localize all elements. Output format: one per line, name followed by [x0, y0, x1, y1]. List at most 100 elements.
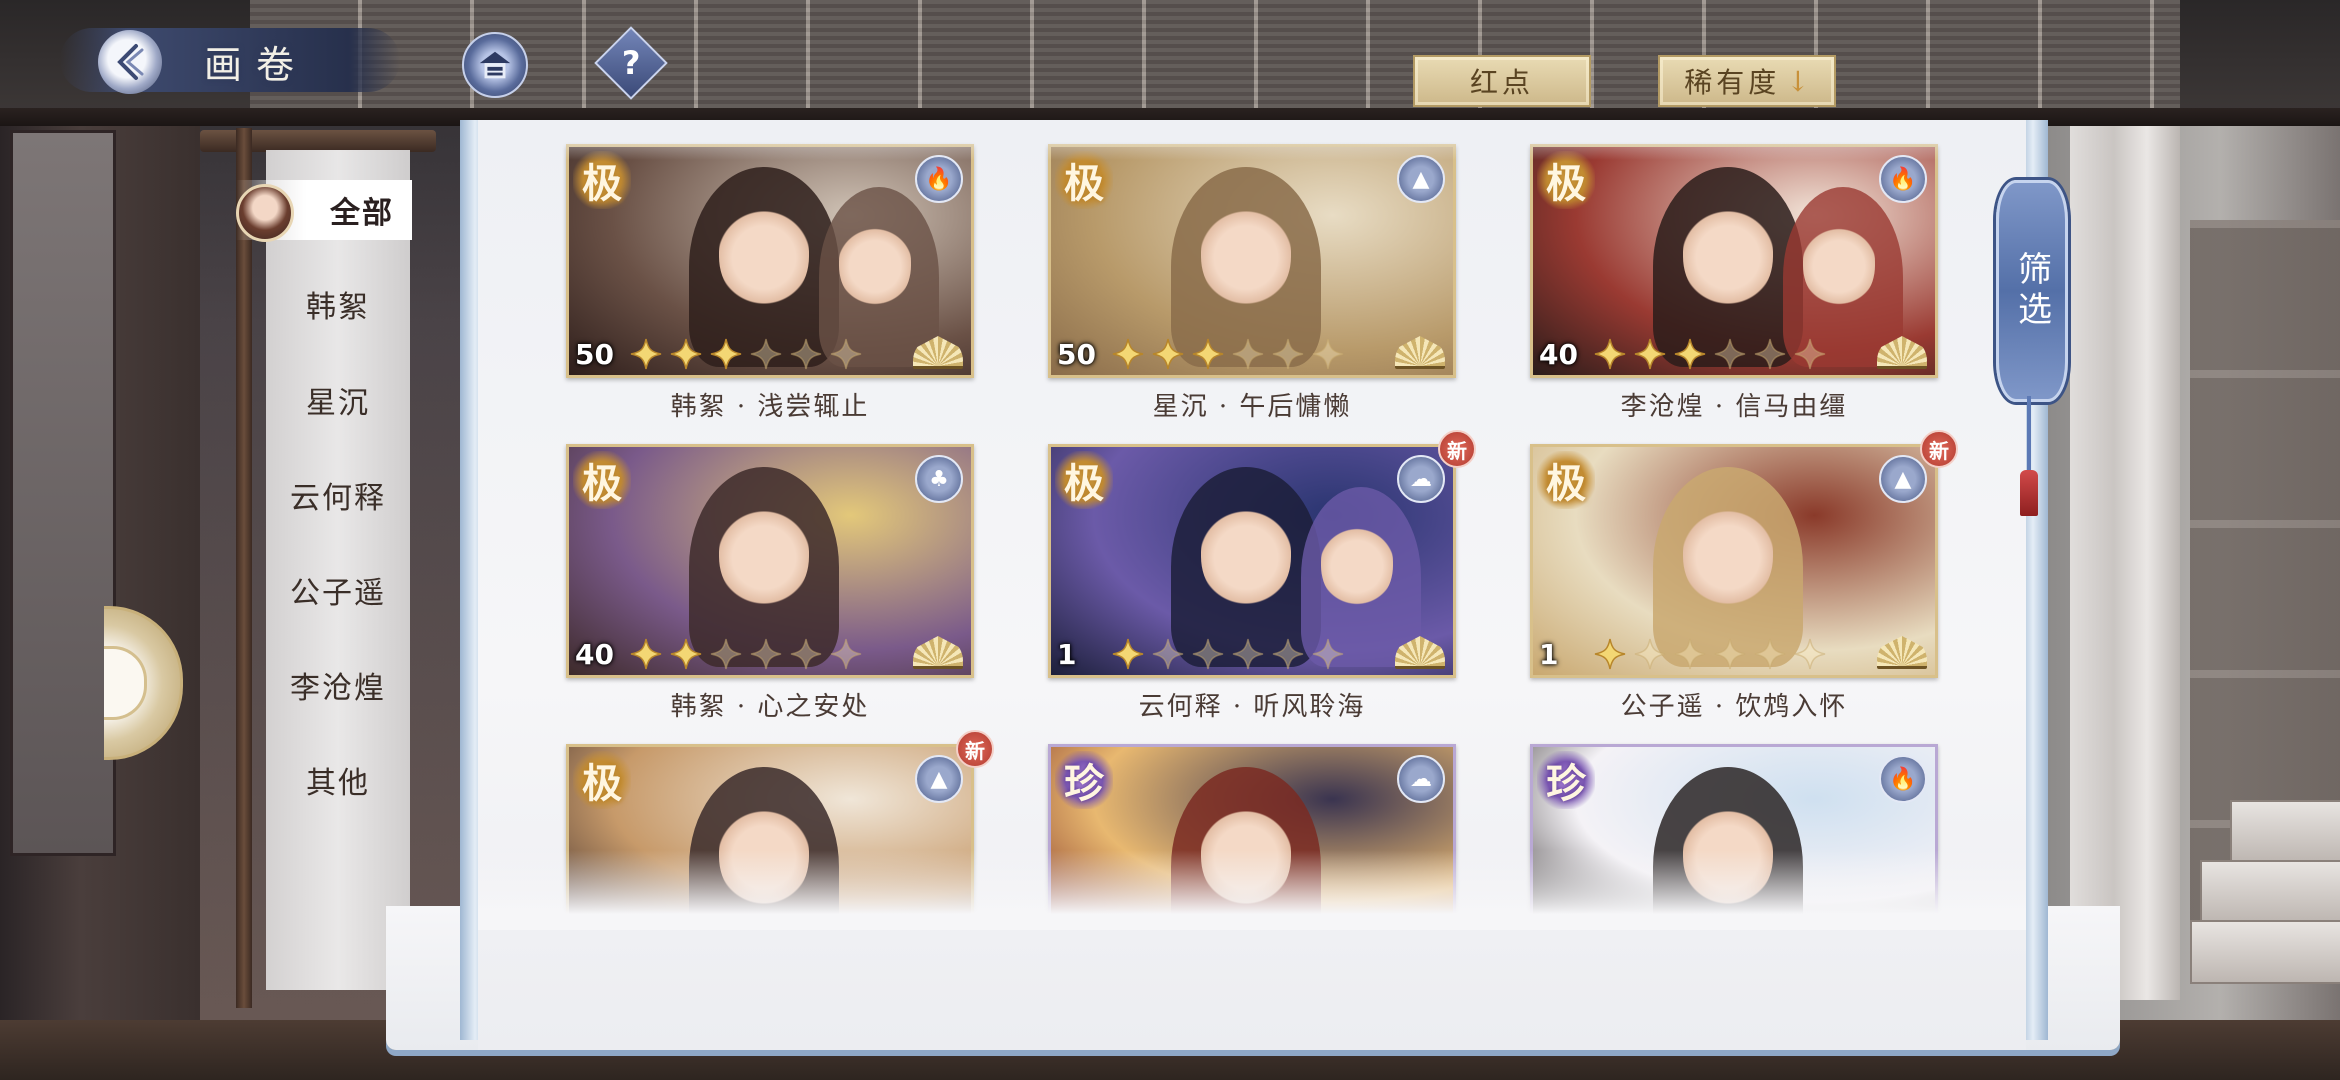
star-empty-icon — [1674, 638, 1706, 670]
star-empty-icon — [1232, 638, 1264, 670]
star-rating — [1593, 337, 1827, 371]
rarity-badge: 珍 — [1537, 751, 1595, 809]
sidebar-item-xingchen[interactable]: 星沉 — [266, 370, 410, 430]
star-filled-icon — [1594, 638, 1626, 670]
house-button[interactable] — [462, 32, 528, 98]
scroll-fade — [478, 850, 2026, 930]
back-arrow-icon — [117, 44, 144, 80]
star-rating — [629, 337, 863, 371]
gallery-card[interactable]: 极 🔥 40 — [1530, 144, 1938, 378]
flame-icon: 🔥 — [915, 155, 963, 203]
mountain-icon: ▲ — [915, 755, 963, 803]
star-rating — [1111, 637, 1345, 671]
tassel-cord — [2027, 396, 2031, 476]
new-badge: 新 — [956, 730, 994, 768]
star-filled-icon — [670, 338, 702, 370]
star-empty-icon — [1634, 638, 1666, 670]
star-filled-icon — [1152, 338, 1184, 370]
star-empty-icon — [1272, 638, 1304, 670]
back-button[interactable] — [98, 30, 162, 94]
reddot-sort-button[interactable]: 红点 — [1413, 55, 1591, 107]
rarity-badge: 珍 — [1055, 751, 1113, 809]
star-empty-icon — [1232, 338, 1264, 370]
page-title: 画卷 — [204, 43, 309, 87]
sidebar-item-label: 韩絮 — [306, 290, 370, 325]
card-title: 星沉 · 午后慵懒 — [1152, 392, 1352, 422]
card-level: 50 — [1057, 338, 1096, 371]
card-title: 公子遥 · 饮鸩入怀 — [1620, 692, 1848, 722]
window-blinds — [250, 0, 2180, 118]
sidebar-item-hanxu[interactable]: 韩絮 — [266, 274, 410, 334]
card-level: 50 — [575, 338, 614, 371]
rarity-label: 稀有度 — [1684, 66, 1781, 99]
gallery-card[interactable]: 极 ▲ 1 — [1530, 444, 1938, 678]
star-filled-icon — [1112, 638, 1144, 670]
help-button[interactable]: ? — [594, 26, 668, 100]
star-empty-icon — [1272, 338, 1304, 370]
wall-panel — [10, 130, 116, 856]
curtain — [2070, 100, 2180, 1000]
star-empty-icon — [1794, 638, 1826, 670]
star-rating — [1111, 337, 1345, 371]
gallery-card[interactable]: 极 🔥 50 — [566, 144, 974, 378]
star-empty-icon — [1714, 338, 1746, 370]
star-empty-icon — [1754, 338, 1786, 370]
card-level: 1 — [1057, 638, 1077, 671]
rarity-badge: 极 — [1537, 451, 1595, 509]
card-title: 韩絮 · 浅尝辄止 — [670, 392, 870, 422]
star-empty-icon — [750, 338, 782, 370]
star-empty-icon — [790, 338, 822, 370]
star-empty-icon — [1312, 638, 1344, 670]
wind-icon: ☁ — [1397, 455, 1445, 503]
sidebar-item-label: 公子遥 — [290, 576, 386, 611]
sort-down-arrow-icon: ↓ — [1786, 64, 1810, 98]
gallery-card[interactable]: 极 ▲ 50 — [1048, 144, 1456, 378]
star-empty-icon — [830, 338, 862, 370]
card-level: 40 — [1539, 338, 1578, 371]
card-level: 40 — [575, 638, 614, 671]
box — [2190, 920, 2340, 984]
house-icon — [479, 51, 511, 79]
star-filled-icon — [710, 338, 742, 370]
rarity-badge: 极 — [1055, 451, 1113, 509]
rarity-badge: 极 — [573, 451, 631, 509]
flame-icon: 🔥 — [1879, 755, 1927, 803]
sidebar-item-label: 星沉 — [306, 386, 370, 421]
filter-button[interactable]: 筛选 — [1996, 180, 2068, 402]
star-empty-icon — [1754, 638, 1786, 670]
tree-icon: ♣ — [915, 455, 963, 503]
box — [2230, 800, 2340, 864]
rarity-sort-button[interactable]: 稀有度 ↓ — [1658, 55, 1836, 107]
star-filled-icon — [1594, 338, 1626, 370]
rarity-badge: 极 — [573, 151, 631, 209]
sidebar-item-gongziyao[interactable]: 公子遥 — [266, 560, 410, 620]
sidebar-item-label: 李沧煌 — [290, 671, 386, 706]
sidebar-item-label: 全部 — [330, 196, 394, 231]
star-empty-icon — [1312, 338, 1344, 370]
star-filled-icon — [1192, 338, 1224, 370]
sidebar-item-yunheshi[interactable]: 云何释 — [266, 465, 410, 525]
flame-icon: 🔥 — [1879, 155, 1927, 203]
tassel — [2020, 470, 2038, 516]
avatar-icon — [236, 184, 294, 242]
star-empty-icon — [1152, 638, 1184, 670]
sidebar-item-other[interactable]: 其他 — [266, 750, 410, 810]
star-filled-icon — [630, 338, 662, 370]
rarity-badge: 极 — [573, 751, 631, 809]
star-filled-icon — [670, 638, 702, 670]
sidebar-item-label: 云何释 — [290, 481, 386, 516]
star-filled-icon — [1634, 338, 1666, 370]
rarity-badge: 极 — [1537, 151, 1595, 209]
mountain-icon: ▲ — [1879, 455, 1927, 503]
star-empty-icon — [1794, 338, 1826, 370]
gallery-card[interactable]: 极 ☁ 1 — [1048, 444, 1456, 678]
sidebar-item-licanghuang[interactable]: 李沧煌 — [266, 655, 410, 715]
star-empty-icon — [1192, 638, 1224, 670]
star-rating — [629, 637, 863, 671]
filter-label: 筛选 — [2011, 251, 2052, 331]
sidebar-item-label: 其他 — [306, 766, 370, 801]
card-title: 云何释 · 听风聆海 — [1138, 692, 1366, 722]
mountain-icon: ▲ — [1397, 155, 1445, 203]
star-filled-icon — [1674, 338, 1706, 370]
gallery-card[interactable]: 极 ♣ 40 — [566, 444, 974, 678]
